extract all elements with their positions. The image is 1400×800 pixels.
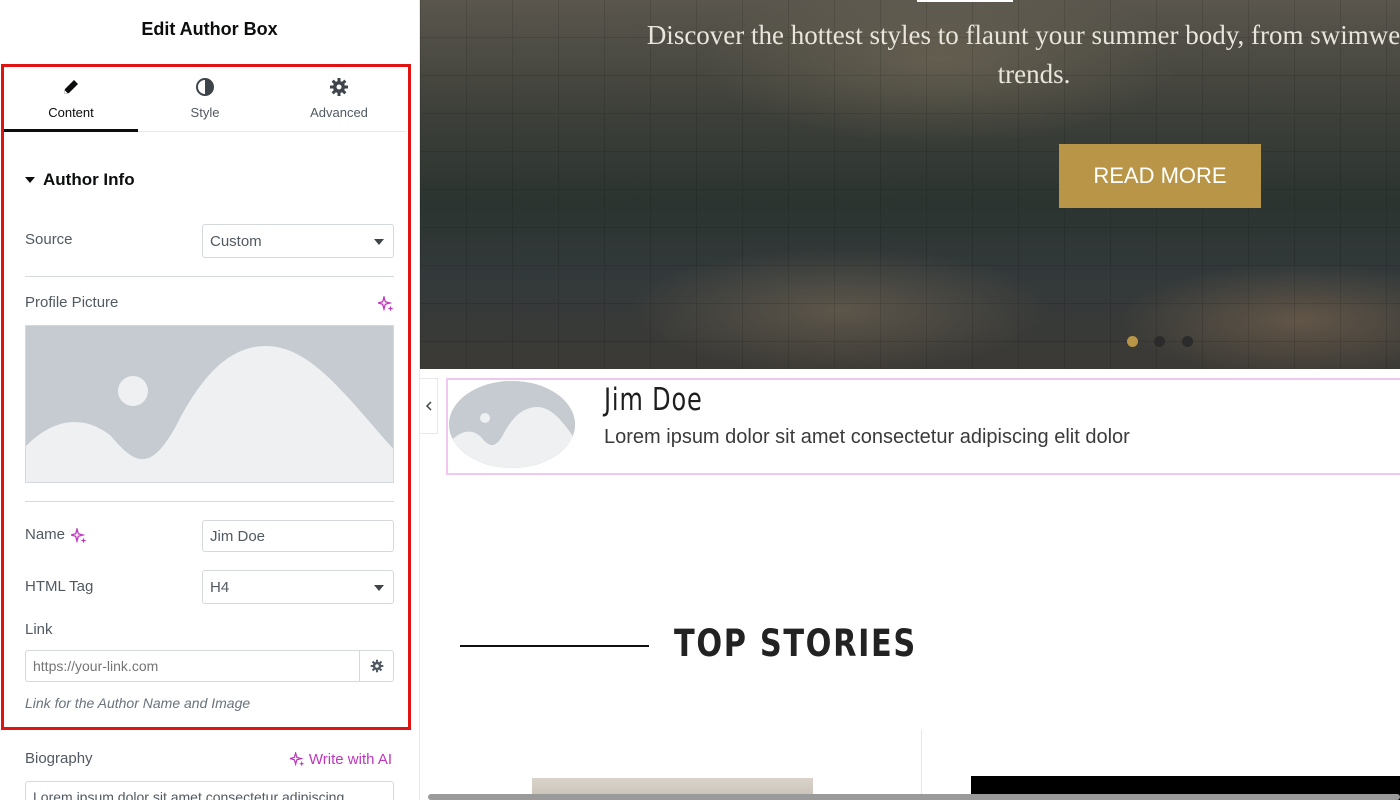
write-with-ai-button[interactable]: Write with AI bbox=[289, 751, 392, 768]
avatar[interactable] bbox=[449, 381, 575, 468]
gear-icon bbox=[370, 659, 383, 673]
collapse-panel-button[interactable] bbox=[420, 378, 438, 434]
tab-content[interactable]: Content bbox=[4, 66, 138, 132]
page-preview: Discover the hottest styles to flaunt yo… bbox=[420, 0, 1400, 800]
author-box-widget[interactable]: Jim Doe Lorem ipsum dolor sit amet conse… bbox=[446, 378, 1400, 475]
ai-sparkle-icon[interactable] bbox=[378, 296, 394, 312]
tab-style-label: Style bbox=[190, 105, 220, 120]
hero-text: Discover the hottest styles to flaunt yo… bbox=[646, 20, 1400, 89]
slider-dot-3[interactable] bbox=[1182, 336, 1193, 347]
pencil-icon bbox=[64, 80, 78, 94]
slider-dot-2[interactable] bbox=[1154, 336, 1165, 347]
section-toggle-author-info[interactable]: Author Info bbox=[25, 170, 135, 190]
hero-divider-line bbox=[917, 0, 1013, 2]
column-divider bbox=[921, 730, 922, 800]
tab-advanced-label: Advanced bbox=[310, 105, 368, 120]
biography-label: Biography bbox=[25, 750, 93, 767]
hero-slider: Discover the hottest styles to flaunt yo… bbox=[420, 0, 1400, 369]
gear-icon bbox=[330, 78, 348, 96]
half-circle-icon bbox=[196, 78, 214, 96]
divider bbox=[25, 276, 394, 277]
heading-divider-line bbox=[460, 645, 649, 647]
link-input[interactable] bbox=[25, 650, 360, 682]
html-tag-value: H4 bbox=[210, 578, 230, 596]
horizontal-scrollbar[interactable] bbox=[428, 794, 1400, 800]
dropdown-arrow-icon bbox=[374, 585, 384, 591]
tab-style[interactable]: Style bbox=[138, 66, 272, 131]
panel-title: Edit Author Box bbox=[141, 18, 278, 39]
source-select[interactable]: Custom bbox=[202, 224, 394, 258]
html-tag-label: HTML Tag bbox=[25, 578, 94, 595]
profile-picture-label: Profile Picture bbox=[25, 294, 119, 311]
write-with-ai-label: Write with AI bbox=[308, 751, 392, 768]
name-input[interactable] bbox=[202, 520, 394, 552]
dropdown-arrow-icon bbox=[374, 239, 384, 245]
html-tag-select[interactable]: H4 bbox=[202, 570, 394, 604]
source-value: Custom bbox=[210, 232, 262, 250]
ai-sparkle-icon[interactable] bbox=[71, 528, 87, 544]
name-label: Name bbox=[25, 526, 66, 543]
panel-tabs: Content Style Advanced bbox=[4, 66, 406, 132]
link-label: Link bbox=[25, 621, 53, 638]
image-placeholder-icon bbox=[26, 326, 393, 482]
profile-picture-upload[interactable] bbox=[25, 325, 394, 483]
section-heading: TOP STORIES bbox=[674, 622, 917, 665]
tab-content-label: Content bbox=[48, 105, 94, 120]
image-placeholder-icon bbox=[449, 381, 575, 468]
author-name[interactable]: Jim Doe bbox=[604, 382, 703, 418]
source-label: Source bbox=[25, 231, 73, 248]
author-bio: Lorem ipsum dolor sit amet consectetur a… bbox=[604, 426, 1130, 448]
ai-sparkle-icon bbox=[289, 752, 305, 767]
biography-textarea[interactable]: Lorem ipsum dolor sit amet consectetur a… bbox=[25, 781, 394, 800]
chevron-left-icon bbox=[425, 401, 432, 411]
section-title: Author Info bbox=[43, 170, 135, 189]
slider-dot-1[interactable] bbox=[1127, 336, 1138, 347]
read-more-button[interactable]: READ MORE bbox=[1059, 144, 1261, 208]
caret-down-icon bbox=[25, 177, 35, 183]
tab-advanced[interactable]: Advanced bbox=[272, 66, 406, 131]
divider bbox=[25, 501, 394, 502]
link-options-button[interactable] bbox=[359, 650, 394, 682]
editor-panel: Edit Author Box Content Style Advanced A… bbox=[0, 0, 420, 800]
link-help-text: Link for the Author Name and Image bbox=[25, 695, 251, 711]
